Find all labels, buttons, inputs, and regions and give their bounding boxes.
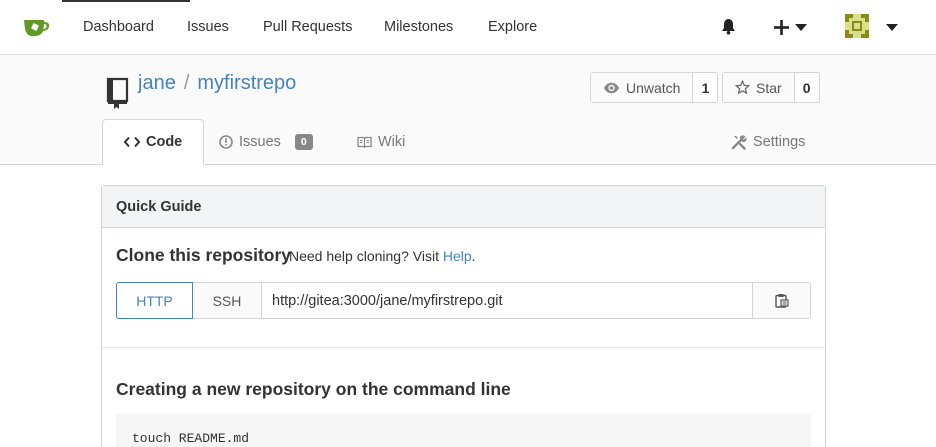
star-button[interactable]: Star bbox=[723, 73, 795, 102]
clone-help-suffix: . bbox=[471, 248, 476, 264]
create-dropdown-caret-icon[interactable] bbox=[795, 24, 807, 31]
cmdline-code-block: touch README.md bbox=[116, 414, 811, 447]
tools-icon bbox=[731, 135, 747, 150]
eye-icon bbox=[604, 82, 619, 93]
star-button-group: Star 0 bbox=[722, 72, 820, 103]
tab-wiki[interactable]: Wiki bbox=[357, 119, 405, 165]
ssh-protocol-button[interactable]: SSH bbox=[193, 282, 262, 319]
plus-icon[interactable] bbox=[774, 20, 789, 35]
clipboard-icon bbox=[774, 294, 789, 308]
issues-count-badge: 0 bbox=[294, 134, 313, 150]
http-protocol-button[interactable]: HTTP bbox=[116, 282, 193, 319]
copy-url-button[interactable] bbox=[753, 282, 811, 319]
tab-issues[interactable]: Issues 0 bbox=[219, 119, 313, 165]
star-label: Star bbox=[756, 79, 782, 96]
code-line: touch README.md bbox=[132, 431, 250, 446]
issue-opened-icon bbox=[219, 135, 233, 149]
clone-url-bar: HTTP SSH bbox=[116, 282, 811, 319]
repo-title: jane / myfirstrepo bbox=[138, 72, 296, 95]
repo-title-separator: / bbox=[183, 72, 190, 94]
user-avatar[interactable] bbox=[845, 14, 869, 38]
new-repo-cmdline-title: Creating a new repository on the command… bbox=[116, 379, 511, 399]
active-nav-indicator bbox=[62, 0, 190, 2]
quick-guide-header: Quick Guide bbox=[102, 186, 825, 228]
tab-code[interactable]: Code bbox=[102, 119, 205, 165]
nav-explore[interactable]: Explore bbox=[488, 19, 537, 35]
tab-issues-label: Issues bbox=[239, 134, 281, 150]
repo-owner-link[interactable]: jane bbox=[138, 72, 176, 94]
unwatch-label: Unwatch bbox=[626, 79, 681, 96]
clone-section: Clone this repository Need help cloning?… bbox=[102, 228, 825, 348]
nav-dashboard[interactable]: Dashboard bbox=[83, 19, 154, 35]
bell-icon[interactable] bbox=[721, 18, 736, 35]
clone-help-prefix: Need help cloning? Visit bbox=[289, 248, 443, 264]
top-navbar: Dashboard Issues Pull Requests Milestone… bbox=[0, 0, 936, 55]
star-icon bbox=[735, 80, 750, 95]
clone-help-text: Need help cloning? Visit Help. bbox=[289, 248, 476, 264]
book-icon bbox=[357, 136, 372, 148]
repo-name-link[interactable]: myfirstrepo bbox=[197, 72, 296, 94]
tab-settings[interactable]: Settings bbox=[731, 119, 805, 165]
repo-book-icon bbox=[106, 77, 129, 109]
clone-url-input[interactable] bbox=[262, 282, 753, 319]
tab-settings-label: Settings bbox=[753, 134, 806, 150]
nav-pull-requests[interactable]: Pull Requests bbox=[263, 19, 352, 35]
repo-header: jane / myfirstrepo Unwatch 1 Star 0 Code bbox=[0, 55, 936, 165]
star-count[interactable]: 0 bbox=[795, 73, 819, 102]
nav-milestones[interactable]: Milestones bbox=[384, 19, 453, 35]
unwatch-button[interactable]: Unwatch bbox=[591, 73, 694, 102]
user-menu-caret-icon[interactable] bbox=[886, 24, 898, 31]
watch-button-group: Unwatch 1 bbox=[590, 72, 719, 103]
tab-wiki-label: Wiki bbox=[378, 134, 406, 150]
quick-guide-panel: Quick Guide Clone this repository Need h… bbox=[101, 185, 826, 447]
code-brackets-icon bbox=[124, 136, 140, 148]
watch-count[interactable]: 1 bbox=[693, 73, 717, 102]
clone-title: Clone this repository bbox=[116, 245, 292, 265]
nav-issues[interactable]: Issues bbox=[187, 19, 229, 35]
tab-code-label: Code bbox=[146, 134, 183, 150]
gitea-logo-icon[interactable] bbox=[22, 15, 52, 39]
clone-help-link[interactable]: Help bbox=[443, 248, 472, 264]
